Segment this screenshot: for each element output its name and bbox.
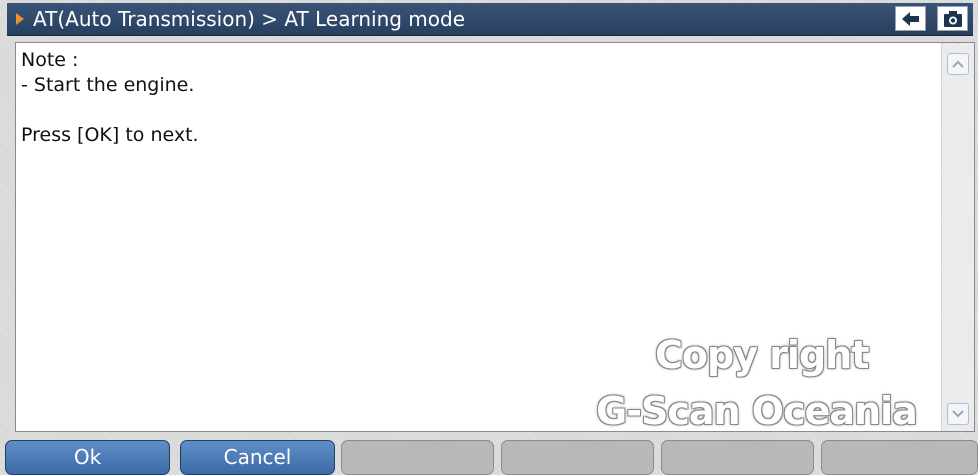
vertical-scrollbar[interactable] (941, 43, 974, 431)
title-bar: AT(Auto Transmission) > AT Learning mode (7, 3, 973, 36)
cancel-button[interactable]: Cancel (180, 440, 335, 475)
camera-button[interactable] (937, 6, 968, 31)
back-button[interactable] (895, 6, 926, 31)
arrow-left-icon (902, 12, 919, 26)
message-panel: Note : - Start the engine. Press [OK] to… (15, 42, 975, 432)
ok-button[interactable]: Ok (5, 440, 170, 475)
function-button-bar: Ok Cancel (5, 440, 978, 475)
scroll-down-button[interactable] (947, 403, 969, 425)
breadcrumb-arrow-icon (16, 13, 24, 25)
camera-icon (944, 11, 962, 27)
scroll-up-button[interactable] (947, 53, 969, 75)
function-button-4[interactable] (501, 440, 654, 475)
chevron-down-icon (952, 410, 964, 418)
breadcrumb: AT(Auto Transmission) > AT Learning mode (33, 7, 466, 31)
function-button-6[interactable] (821, 440, 978, 475)
instruction-text: Note : - Start the engine. Press [OK] to… (21, 49, 199, 146)
function-button-5[interactable] (661, 440, 814, 475)
chevron-up-icon (952, 60, 964, 68)
function-button-3[interactable] (341, 440, 494, 475)
